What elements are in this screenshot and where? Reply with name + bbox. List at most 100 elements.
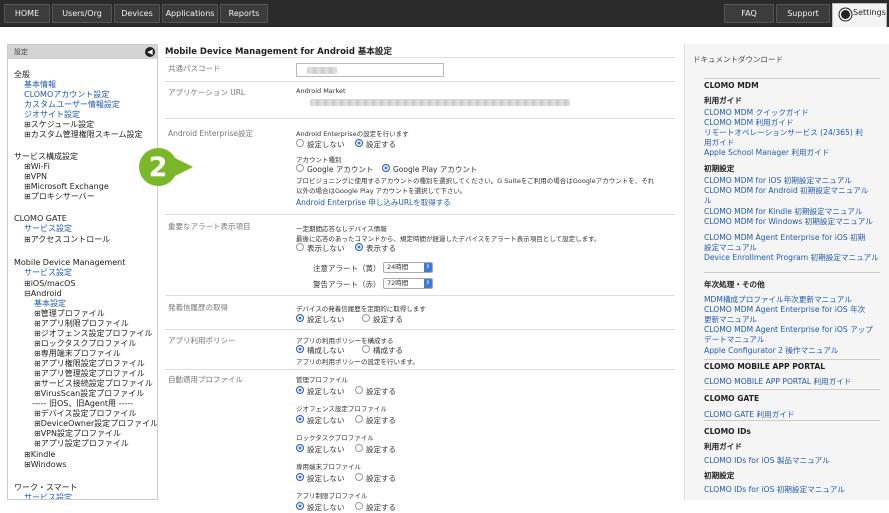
- sidebar-item[interactable]: ⊞Microsoft Exchange: [24, 182, 109, 192]
- sidebar-link[interactable]: サービス設定: [24, 268, 72, 278]
- doc-download-link[interactable]: Apple Configurator 2 操作マニュアル: [704, 346, 838, 356]
- settings-tab[interactable]: Settings: [832, 3, 887, 27]
- doc-download-link[interactable]: Apple School Manager 利用ガイド: [704, 148, 829, 158]
- doc-download-link[interactable]: CLOMO IDs for iOS 初期設定マニュアル: [704, 485, 845, 495]
- auto-profile-no-radio[interactable]: [296, 386, 304, 394]
- sidebar-item[interactable]: ⊞専用端末プロファイル: [34, 349, 121, 359]
- policy-no-radio[interactable]: [296, 345, 304, 353]
- auto-profile-no-radio[interactable]: [296, 415, 304, 423]
- sidebar-item[interactable]: ⊞アクセスコントロール: [24, 235, 110, 245]
- sidebar-item[interactable]: ⊟Android: [24, 289, 62, 299]
- sidebar-item[interactable]: ⊞Kindle: [24, 450, 55, 460]
- auto-profile-yes-radio[interactable]: [355, 386, 363, 394]
- alert-hide-radio[interactable]: [296, 243, 304, 251]
- sidebar-link[interactable]: カスタムユーザー情報設定: [24, 100, 120, 110]
- doc-download-link[interactable]: CLOMO MDM for iOS 初期設定マニュアル: [704, 176, 852, 186]
- doc-download-link[interactable]: 更新マニュアル: [704, 315, 757, 325]
- sidebar-link[interactable]: 基本情報: [24, 80, 56, 90]
- doc-download-link[interactable]: 設定マニュアル: [704, 243, 757, 253]
- doc-download-link[interactable]: CLOMO IDs for iOS 製品マニュアル: [704, 456, 830, 466]
- auto-profile-no-radio[interactable]: [296, 444, 304, 452]
- auto-profile-no-radio[interactable]: [296, 473, 304, 481]
- sidebar-link[interactable]: 基本設定: [34, 299, 66, 309]
- sidebar-item[interactable]: ⊞アプリ設定プロファイル: [34, 439, 129, 449]
- doc-download-link[interactable]: 用ガイド: [704, 138, 734, 148]
- sidebar-item[interactable]: ⊞VirusScan設定プロファイル: [34, 389, 144, 399]
- policy-no-label: 構成しない: [307, 346, 345, 355]
- tab-home[interactable]: HOME: [4, 4, 50, 23]
- sidebar-item[interactable]: ⊞管理プロファイル: [34, 309, 105, 319]
- enterprise-no-radio[interactable]: [296, 139, 304, 147]
- alert-show-radio[interactable]: [355, 243, 363, 251]
- tab-applications[interactable]: Applications: [162, 4, 218, 23]
- collapse-sidebar-icon[interactable]: ◀: [145, 47, 155, 57]
- redacted-passcode: [307, 67, 337, 74]
- sidebar-item[interactable]: ⊞Windows: [24, 460, 66, 470]
- sidebar-item[interactable]: ⊞VPN: [24, 172, 47, 182]
- account-type-label: アカウント種別: [296, 156, 342, 164]
- auto-profile-yes-radio[interactable]: [355, 444, 363, 452]
- support-tab[interactable]: Support: [776, 4, 830, 23]
- history-yes-radio[interactable]: [362, 314, 370, 322]
- sidebar-link[interactable]: サービス設定: [24, 493, 72, 499]
- important-alerts-label: 重要なアラート表示項目: [168, 222, 251, 231]
- auto-profile-yes-radio[interactable]: [355, 415, 363, 423]
- tab-devices[interactable]: Devices: [114, 4, 160, 23]
- tab-users-org[interactable]: Users/Org: [52, 4, 112, 23]
- tab-reports[interactable]: Reports: [220, 4, 268, 23]
- sidebar-item[interactable]: ⊞スケジュール設定: [24, 120, 94, 130]
- auto-profile-yes-radio[interactable]: [355, 473, 363, 481]
- doc-download-link[interactable]: CLOMO MDM Agent Enterprise for iOS 年次: [704, 305, 865, 315]
- doc-download-link[interactable]: デートマニュアル: [704, 335, 765, 345]
- sidebar-link[interactable]: CLOMOアカウント設定: [24, 90, 109, 100]
- sidebar-item[interactable]: 全般: [14, 70, 30, 80]
- google-account-radio[interactable]: [296, 164, 304, 172]
- sidebar-link[interactable]: サービス設定: [24, 224, 72, 234]
- doc-download-link[interactable]: CLOMO MDM for Android 初期設定マニュアル: [704, 186, 868, 196]
- doc-download-link[interactable]: CLOMO MDM Agent Enterprise for iOS 初期: [704, 233, 865, 243]
- common-passcode-input[interactable]: [296, 63, 444, 77]
- sidebar-item[interactable]: Mobile Device Management: [14, 258, 125, 268]
- sidebar-link[interactable]: ジオサイト設定: [24, 110, 80, 120]
- enterprise-signup-link[interactable]: Android Enterprise 申し込みURLを取得する: [296, 197, 451, 208]
- sidebar-item[interactable]: ⊞サービス接続設定プロファイル: [34, 379, 153, 389]
- doc-section-heading: CLOMO MDM: [704, 81, 759, 90]
- sidebar-item[interactable]: ⊞デバイス設定プロファイル: [34, 409, 136, 419]
- doc-download-link[interactable]: リモートオペレーションサービス (24/365) 利: [704, 128, 863, 138]
- sidebar-item[interactable]: ワーク・スマート: [14, 483, 78, 493]
- doc-download-link[interactable]: Device Enrollment Program 初期設定マニュアル: [704, 253, 879, 263]
- sidebar-item[interactable]: CLOMO GATE: [14, 214, 67, 224]
- google-play-account-radio[interactable]: [382, 164, 390, 172]
- doc-download-link[interactable]: CLOMO GATE 利用ガイド: [704, 410, 795, 420]
- faq-tab[interactable]: FAQ: [724, 4, 774, 23]
- doc-download-link[interactable]: CLOMO MDM 利用ガイド: [704, 118, 794, 128]
- sidebar-item[interactable]: ----- 旧OS、旧Agent用 -----: [32, 399, 133, 409]
- doc-download-link[interactable]: CLOMO MDM Agent Enterprise for iOS アップ: [704, 325, 873, 335]
- auto-profile-yes-radio[interactable]: [355, 502, 363, 510]
- doc-download-link[interactable]: CLOMO MDM for Windows 初期設定マニュアル: [704, 217, 873, 227]
- sidebar-item[interactable]: ⊞アプリ権限設定プロファイル: [34, 359, 145, 369]
- sidebar-item[interactable]: ⊞DeviceOwner設定プロファイル: [34, 419, 157, 429]
- sidebar-item[interactable]: ⊞VPN設定プロファイル: [34, 429, 121, 439]
- caution-alert-select[interactable]: 24時間 ⇕: [383, 262, 433, 273]
- auto-profile-no-radio[interactable]: [296, 502, 304, 510]
- doc-download-link[interactable]: CLOMO MOBILE APP PORTAL 利用ガイド: [704, 377, 852, 387]
- sidebar-item[interactable]: ⊞アプリ制限プロファイル: [34, 319, 129, 329]
- warning-alert-select[interactable]: 72時間 ⇕: [383, 278, 433, 289]
- sidebar-item[interactable]: ⊞プロキシサーバー: [24, 192, 95, 202]
- sidebar-item[interactable]: ⊞iOS/macOS: [24, 279, 75, 289]
- doc-download-link[interactable]: ル: [704, 196, 712, 206]
- sidebar-item[interactable]: ⊞カスタム管理権限スキーム設定: [24, 130, 142, 140]
- doc-download-link[interactable]: CLOMO MDM クイックガイド: [704, 108, 809, 118]
- policy-yes-radio[interactable]: [362, 345, 370, 353]
- sidebar-item[interactable]: ⊞アプリ管理設定プロファイル: [34, 369, 145, 379]
- sidebar-item[interactable]: サービス構成設定: [14, 152, 78, 162]
- sidebar-item[interactable]: ⊞ジオフェンス設定プロファイル: [34, 329, 153, 339]
- doc-download-link[interactable]: CLOMO MDM for Kindle 初期設定マニュアル: [704, 207, 862, 217]
- doc-download-link[interactable]: MDM構成プロファイル年次更新マニュアル: [704, 295, 852, 305]
- sidebar-item[interactable]: ⊞Wi-Fi: [24, 162, 50, 172]
- auto-profile-name: ロックタスクプロファイル: [296, 434, 374, 442]
- history-no-radio[interactable]: [296, 314, 304, 322]
- enterprise-yes-radio[interactable]: [355, 139, 363, 147]
- sidebar-item[interactable]: ⊞ロックタスクプロファイル: [34, 339, 136, 349]
